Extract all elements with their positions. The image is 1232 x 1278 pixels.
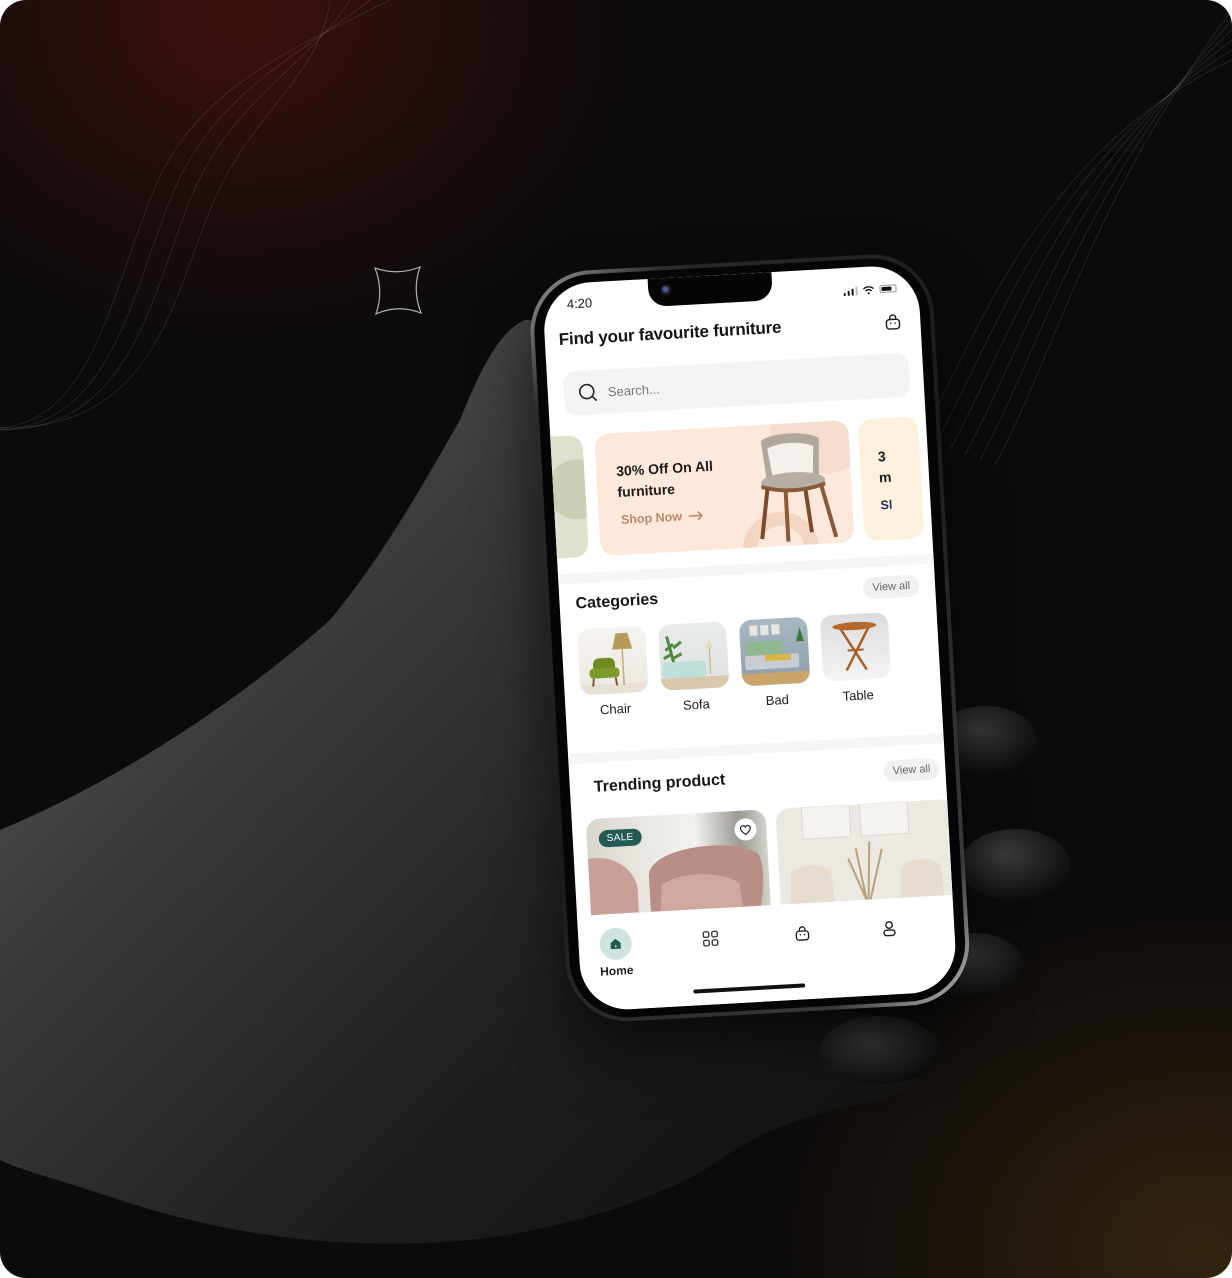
chair-product-image: [760, 433, 839, 542]
shop-now-label: Shop Now: [620, 509, 683, 527]
category-label: Chair: [599, 700, 632, 718]
beige-chairs-image: [790, 800, 945, 905]
trending-product-list: SALE: [585, 798, 958, 916]
tab-home[interactable]: Home: [598, 927, 634, 979]
category-sofa-image: [657, 621, 730, 691]
wifi-icon: [862, 285, 874, 294]
trending-view-all-button[interactable]: View all: [883, 757, 940, 783]
category-label: Bad: [765, 691, 790, 709]
category-table-image: [819, 612, 892, 682]
shopping-bag-icon: [885, 313, 900, 330]
promo-carousel[interactable]: 30% Off On All furniture Shop Now 3 m Sl: [541, 416, 932, 561]
category-label: Sofa: [682, 696, 711, 713]
search-bar[interactable]: [562, 352, 911, 416]
trending-header: Trending product View all: [593, 757, 940, 799]
presentation-background: 4:20 Find your favourite furniture Searc…: [0, 0, 1232, 1278]
home-indicator: [693, 983, 806, 994]
shopping-bag-icon: [795, 926, 810, 941]
tab-cart[interactable]: [794, 925, 811, 942]
header: Find your favourite furniture: [558, 311, 903, 350]
next-promo-cta[interactable]: Sl: [880, 498, 893, 513]
product-card[interactable]: SALE: [585, 809, 771, 916]
search-input[interactable]: [607, 372, 808, 399]
home-icon: [610, 938, 621, 950]
categories-view-all-button[interactable]: View all: [862, 574, 920, 600]
battery-icon: [879, 284, 897, 294]
trending-title: Trending product: [593, 771, 726, 796]
chair-thumbnail: [580, 632, 649, 696]
next-promo-line-2: m: [878, 468, 892, 486]
bed-thumbnail: [741, 624, 811, 687]
user-icon: [883, 921, 896, 937]
search-icon: [578, 383, 598, 401]
phone-mockup: 4:20 Find your favourite furniture Searc…: [527, 251, 973, 1025]
page-title: Find your favourite furniture: [558, 317, 782, 350]
grid-icon: [702, 930, 719, 947]
app-screen: 4:20 Find your favourite furniture Searc…: [541, 263, 958, 1012]
category-item-sofa[interactable]: Sofa: [657, 621, 731, 714]
product-card[interactable]: [775, 798, 958, 905]
status-icons: [843, 284, 897, 296]
promo-banner[interactable]: 30% Off On All furniture Shop Now: [594, 420, 855, 557]
category-item-bed[interactable]: Bad: [738, 616, 812, 710]
category-list: Chair Sofa Bad Table: [577, 610, 931, 718]
active-tab-indicator: [598, 927, 633, 961]
category-label: Table: [842, 687, 875, 704]
sale-badge: SALE: [598, 828, 642, 848]
tab-profile[interactable]: [882, 920, 897, 937]
categories-title: Categories: [575, 590, 659, 613]
sofa-thumbnail: [660, 636, 730, 691]
category-bed-image: [738, 616, 811, 687]
status-time: 4:20: [566, 294, 593, 312]
category-item-chair[interactable]: Chair: [577, 625, 650, 719]
next-promo-line-1: 3: [877, 448, 887, 465]
table-thumbnail: [832, 621, 877, 672]
tab-home-label: Home: [599, 962, 634, 979]
heart-icon: [739, 824, 751, 835]
promo-banner-next[interactable]: 3 m Sl: [857, 416, 925, 542]
next-promo-title: 3 m: [877, 446, 892, 489]
tab-categories[interactable]: [702, 930, 719, 947]
category-chair-image: [577, 625, 649, 696]
cellular-signal-icon: [843, 285, 858, 296]
category-item-table[interactable]: Table: [819, 612, 893, 705]
promo-title: 30% Off On All furniture: [616, 454, 738, 503]
promo-title-line-1: 30% Off On All: [615, 457, 714, 480]
shop-now-link[interactable]: Shop Now: [621, 508, 705, 527]
front-camera: [659, 283, 673, 297]
cart-button[interactable]: [882, 311, 903, 332]
arrow-right-icon: [688, 511, 704, 521]
promo-title-line-2: furniture: [616, 480, 676, 501]
